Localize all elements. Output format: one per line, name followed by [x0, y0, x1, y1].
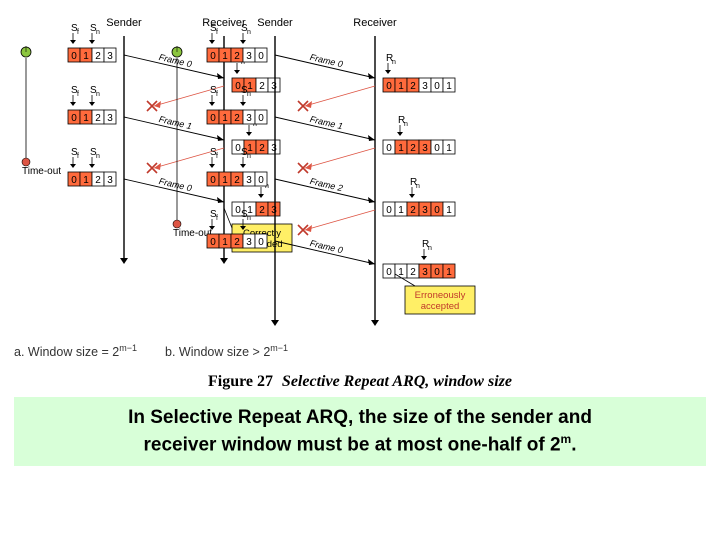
svg-text:3: 3 — [246, 237, 252, 248]
svg-text:Sender: Sender — [106, 17, 142, 29]
svg-text:2: 2 — [95, 175, 101, 186]
svg-text:0: 0 — [258, 113, 264, 124]
svg-text:3: 3 — [107, 113, 113, 124]
panel-b-canvas: SenderReceiverTime-outSfSn01230Frame 0Rn… — [165, 14, 288, 339]
svg-text:f: f — [77, 91, 79, 98]
svg-text:3: 3 — [422, 81, 428, 92]
svg-text:1: 1 — [83, 113, 89, 124]
svg-text:3: 3 — [246, 113, 252, 124]
note-tail: . — [571, 434, 576, 455]
svg-text:0: 0 — [386, 267, 392, 278]
svg-text:1: 1 — [222, 237, 228, 248]
svg-text:2: 2 — [95, 51, 101, 62]
panel-a-caption: a. Window size = 2m−1 — [14, 343, 137, 359]
svg-text:Erroneously: Erroneously — [415, 290, 466, 301]
svg-text:3: 3 — [246, 51, 252, 62]
svg-text:0: 0 — [434, 143, 440, 154]
svg-text:n: n — [247, 91, 251, 98]
svg-text:n: n — [247, 29, 251, 36]
note-line2: receiver window must be at most one-half… — [144, 434, 561, 455]
panel-a-canvas: SenderReceiverTime-outSfSn0123Frame 0Rn0… — [14, 14, 137, 339]
svg-text:n: n — [428, 245, 432, 252]
svg-text:2: 2 — [410, 267, 416, 278]
svg-text:0: 0 — [258, 51, 264, 62]
svg-text:n: n — [96, 29, 100, 36]
svg-text:0: 0 — [71, 113, 77, 124]
svg-text:f: f — [77, 29, 79, 36]
svg-text:2: 2 — [234, 113, 240, 124]
svg-text:accepted: accepted — [421, 301, 460, 312]
svg-text:2: 2 — [410, 205, 416, 216]
svg-text:Time-out: Time-out — [22, 166, 61, 177]
svg-text:0: 0 — [386, 205, 392, 216]
svg-text:0: 0 — [71, 175, 77, 186]
svg-text:n: n — [416, 183, 420, 190]
svg-text:2: 2 — [234, 237, 240, 248]
svg-text:3: 3 — [107, 175, 113, 186]
svg-text:0: 0 — [434, 81, 440, 92]
svg-text:1: 1 — [222, 113, 228, 124]
svg-text:1: 1 — [398, 205, 404, 216]
svg-text:Receiver: Receiver — [353, 17, 397, 29]
svg-text:f: f — [216, 91, 218, 98]
svg-text:0: 0 — [258, 237, 264, 248]
svg-text:1: 1 — [222, 51, 228, 62]
note-box: In Selective Repeat ARQ, the size of the… — [14, 397, 706, 466]
svg-text:3: 3 — [246, 175, 252, 186]
svg-text:3: 3 — [422, 267, 428, 278]
note-line1: In Selective Repeat ARQ, the size of the… — [128, 407, 592, 428]
panel-b-svg: SenderReceiverTime-outSfSn01230Frame 0Rn… — [165, 14, 505, 339]
note-exp: m — [561, 432, 572, 446]
svg-text:0: 0 — [386, 81, 392, 92]
svg-text:3: 3 — [422, 143, 428, 154]
svg-text:0: 0 — [210, 113, 216, 124]
svg-text:0: 0 — [258, 175, 264, 186]
figure-caption: Figure 27 Selective Repeat ARQ, window s… — [14, 373, 706, 391]
svg-text:2: 2 — [234, 175, 240, 186]
svg-text:3: 3 — [107, 51, 113, 62]
svg-text:2: 2 — [95, 113, 101, 124]
svg-text:f: f — [216, 29, 218, 36]
svg-text:1: 1 — [398, 143, 404, 154]
svg-text:1: 1 — [446, 81, 452, 92]
svg-text:n: n — [247, 215, 251, 222]
svg-text:0: 0 — [210, 175, 216, 186]
figure-title: Selective Repeat ARQ, window size — [282, 373, 512, 390]
svg-text:0: 0 — [210, 51, 216, 62]
panel-b: SenderReceiverTime-outSfSn01230Frame 0Rn… — [165, 14, 288, 359]
svg-text:0: 0 — [434, 267, 440, 278]
svg-text:0: 0 — [434, 205, 440, 216]
svg-text:Sender: Sender — [257, 17, 293, 29]
panel-a: SenderReceiverTime-outSfSn0123Frame 0Rn0… — [14, 14, 137, 359]
svg-text:f: f — [216, 215, 218, 222]
svg-text:1: 1 — [83, 175, 89, 186]
svg-text:n: n — [96, 153, 100, 160]
svg-text:0: 0 — [71, 51, 77, 62]
svg-text:0: 0 — [386, 143, 392, 154]
panel-b-caption: b. Window size > 2m−1 — [165, 343, 288, 359]
svg-text:f: f — [77, 153, 79, 160]
svg-text:1: 1 — [446, 205, 452, 216]
svg-text:3: 3 — [422, 205, 428, 216]
svg-text:1: 1 — [446, 267, 452, 278]
svg-text:2: 2 — [234, 51, 240, 62]
svg-text:Time-out: Time-out — [173, 228, 212, 239]
svg-text:n: n — [404, 121, 408, 128]
svg-text:0: 0 — [210, 237, 216, 248]
svg-text:1: 1 — [446, 143, 452, 154]
figure-number: Figure 27 — [208, 373, 273, 390]
panels-row: SenderReceiverTime-outSfSn0123Frame 0Rn0… — [14, 14, 706, 359]
svg-text:n: n — [247, 153, 251, 160]
svg-text:n: n — [392, 59, 396, 66]
svg-text:2: 2 — [410, 81, 416, 92]
svg-text:2: 2 — [410, 143, 416, 154]
svg-text:1: 1 — [222, 175, 228, 186]
svg-text:1: 1 — [398, 81, 404, 92]
svg-text:f: f — [216, 153, 218, 160]
svg-text:1: 1 — [83, 51, 89, 62]
svg-text:n: n — [96, 91, 100, 98]
